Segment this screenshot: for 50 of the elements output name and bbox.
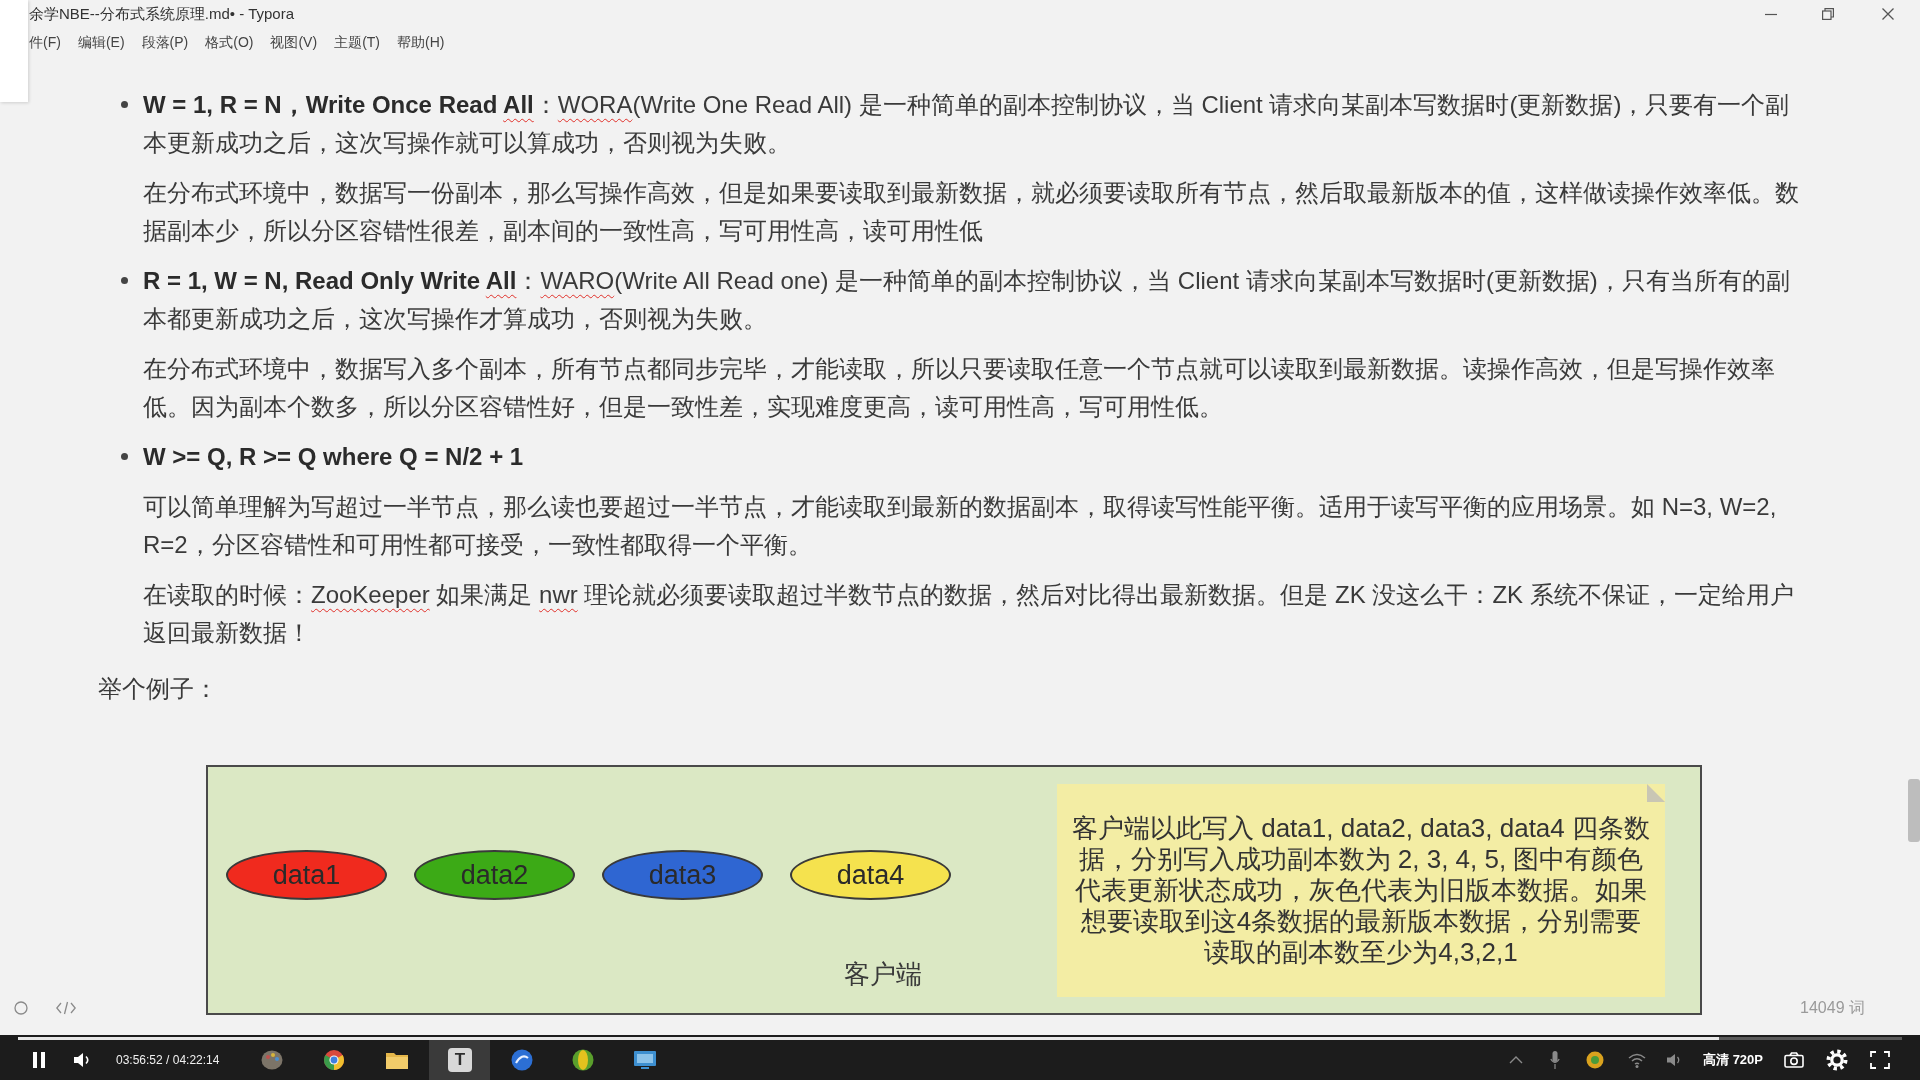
bullet-icon xyxy=(121,101,128,108)
camera-icon[interactable] xyxy=(1784,1052,1804,1068)
list-item-text: R = 1, W = N, Read Only Write All：WARO(Write All Read one) 是一种简单的副本控制协议，当 Client 请求向某副本写数据时(更新数据)，只有当所有的副本都更新成功之后，这次写操作才算成功，否则视为失败。 xyxy=(143,266,1791,334)
code-icon[interactable] xyxy=(56,1001,76,1015)
quality-selector[interactable]: 高清 720P xyxy=(1703,1050,1763,1070)
caret-up-icon xyxy=(1509,1056,1523,1064)
restore-icon[interactable] xyxy=(1822,8,1834,20)
data-ellipse: data3 xyxy=(602,850,763,900)
segmented-circle-icon xyxy=(323,1049,346,1071)
folder-icon xyxy=(386,1051,409,1069)
speaker-icon xyxy=(1666,1052,1682,1068)
scrollbar-thumb[interactable] xyxy=(1908,779,1920,842)
note-text: 客户端以此写入 data1, data2, data3, data4 四条数据，分别写入成功副本数为 2, 3, 4, 5, 图中有颜色代表更新状态成功，灰色代表为旧版本数据。如果想要读取到这4条数据的最新版本数据，分别需要读取的副本数至少为4,3,2,1 xyxy=(1071,813,1651,968)
window-title: 余学NBE--分布式系统原理.md• - Typora xyxy=(29,3,294,24)
palette-icon xyxy=(261,1050,284,1070)
data-ellipse: data2 xyxy=(414,850,575,900)
paragraph: 在分布式环境中，数据写一份副本，那么写操作高效，但是如果要读取到最新数据，就必须要读取所有节点，然后取最新版本的值，这样做读操作效率低。数据副本少，所以分区容错性很差，副本间的一致性高，写可用性高，读可用性低 xyxy=(143,178,1800,246)
data-ellipse: data4 xyxy=(790,850,951,900)
circle-icon[interactable] xyxy=(14,1001,28,1015)
paragraph: 可以简单理解为写超过一半节点，那么读也要超过一半节点，才能读取到最新的数据副本，取得读写性能平衡。适用于读写平衡的应用场景。如 N=3, W=2, R=2，分区容错性和可用性都可接受，一致性都取得一个平衡。 xyxy=(143,492,1778,560)
menu-item[interactable]: 件(F) xyxy=(29,31,61,53)
paragraph: 在读取的时候：ZooKeeper 如果满足 nwr 理论就必须要读取超过半数节点的数据，然后对比得出最新数据。但是 ZK 没这么干：ZK 系统不保证，一定给用户返回最新数据！ xyxy=(143,580,1795,648)
time-display: 03:56:52 / 04:22:14 xyxy=(116,1052,220,1069)
round-app-icon xyxy=(1586,1051,1604,1069)
menu-item[interactable]: 格式(O) xyxy=(205,31,254,53)
menu-item[interactable]: 帮助(H) xyxy=(397,31,445,53)
list-item-text: W >= Q, R >= Q where Q = N/2 + 1 xyxy=(143,442,525,472)
word-count: 14049 词 xyxy=(1800,998,1865,1018)
menu-item[interactable]: 视图(V) xyxy=(270,31,318,53)
fullscreen-icon[interactable] xyxy=(1870,1051,1890,1069)
microphone-icon xyxy=(1550,1051,1560,1069)
swirl-app-icon xyxy=(511,1049,534,1071)
paragraph: 举个例子： xyxy=(98,674,219,704)
menu-item[interactable]: 主题(T) xyxy=(334,31,380,53)
list-item-text: W = 1, R = N，Write Once Read All：WORA(Write One Read All) 是一种简单的副本控制协议，当 Client 请求向某副本写数据时(更新数据)，只要有一个副本更新成功之后，这次写操作就可以算成功，否则视为失败。 xyxy=(143,90,1791,158)
menu-item[interactable]: 段落(P) xyxy=(141,31,189,53)
diagram-caption: 客户端 xyxy=(844,958,922,991)
settings-icon[interactable] xyxy=(1826,1049,1848,1071)
app-tile: T xyxy=(447,1048,472,1072)
wifi-icon xyxy=(1628,1052,1646,1068)
bullet-icon xyxy=(121,453,128,460)
monitor-icon xyxy=(634,1051,657,1069)
pause-icon[interactable] xyxy=(32,1051,46,1069)
menu-item[interactable]: 编辑(E) xyxy=(77,31,125,53)
globe-icon xyxy=(572,1049,595,1071)
paragraph: 在分布式环境中，数据写入多个副本，所有节点都同步完毕，才能读取，所以只要读取任意一个节点就可以读取到最新数据。读操作高效，但是写操作效率低。因为副本个数多，所以分区容错性好，但是一致性差，实现难度更高，读可用性高，写可用性低。 xyxy=(143,354,1776,422)
close-icon[interactable] xyxy=(1882,8,1894,20)
data-ellipse: data1 xyxy=(226,850,387,900)
bullet-icon xyxy=(121,277,128,284)
folded-corner-icon xyxy=(1647,784,1665,802)
